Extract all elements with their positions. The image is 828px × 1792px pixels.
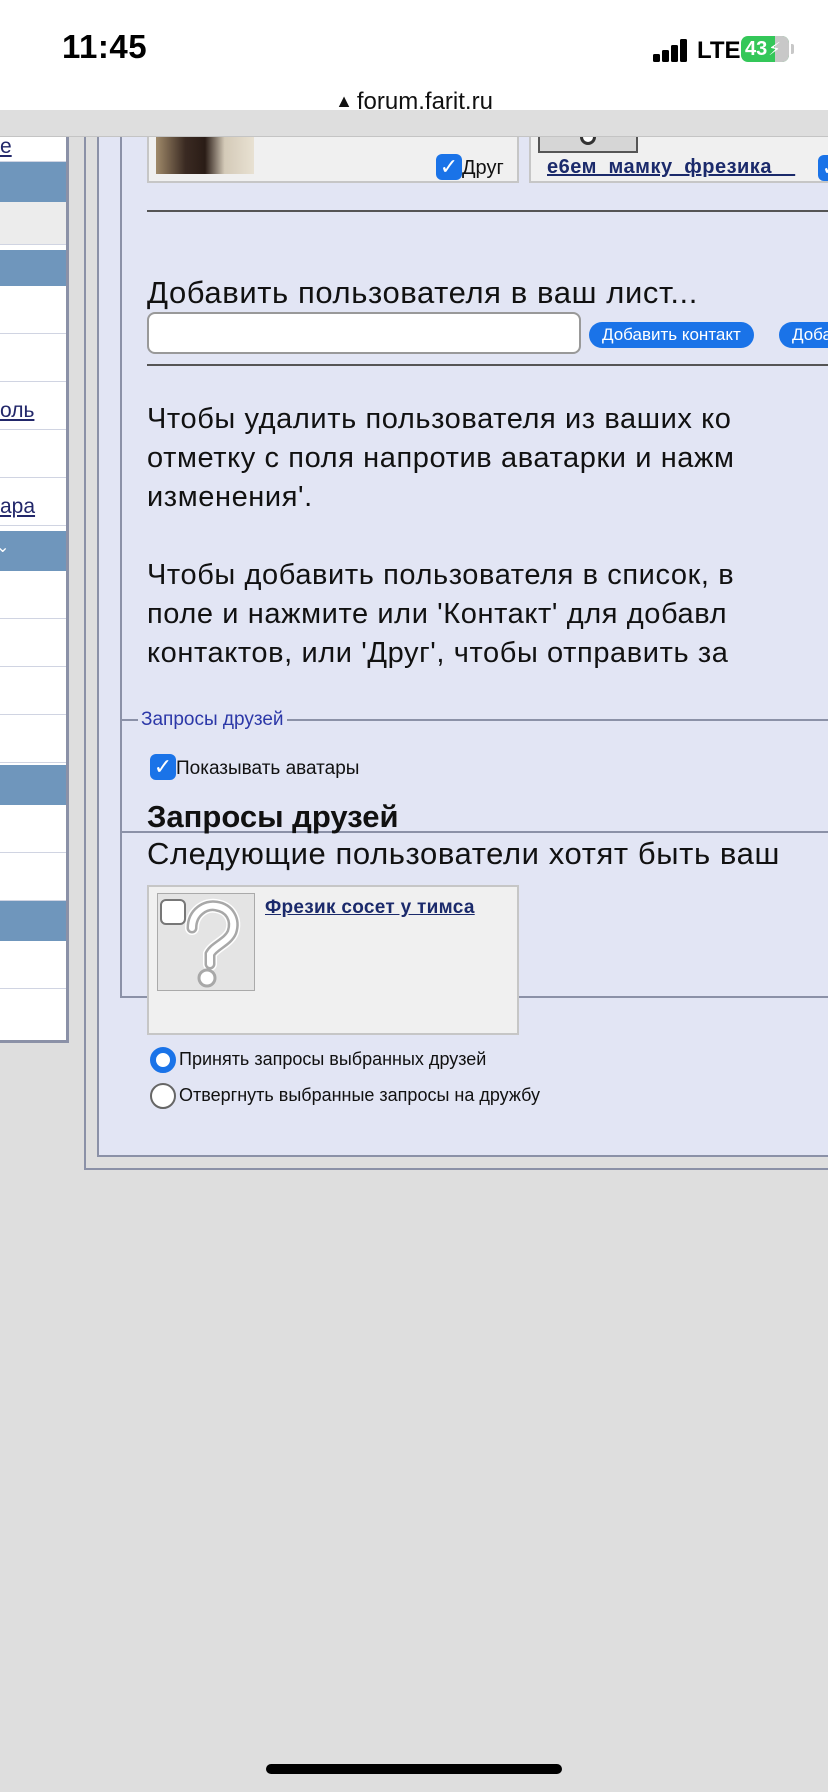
add-user-input[interactable] (147, 312, 581, 354)
sidebar-item[interactable] (0, 202, 66, 245)
help-text-line: Чтобы добавить пользователя в список, в (147, 559, 735, 591)
divider (147, 364, 828, 366)
sidebar-row[interactable]: e (0, 137, 66, 162)
sidebar-header (0, 765, 66, 805)
status-time: 11:45 (62, 28, 148, 65)
warning-icon: ▲ (335, 91, 353, 111)
reject-option[interactable]: Отвергнуть выбранные запросы на дружбу (150, 1083, 540, 1109)
add-user-label: Добавить пользователя в ваш лист... (147, 275, 698, 310)
battery-tip (791, 44, 794, 54)
sidebar-item[interactable] (0, 715, 66, 763)
chevron-down-icon: ⌄ (0, 539, 10, 556)
sidebar-item[interactable] (0, 805, 66, 853)
signal-icon (653, 38, 689, 62)
url-text: forum.farit.ru (356, 88, 493, 115)
help-text-line: контактов, или 'Друг', чтобы отправить з… (147, 637, 729, 669)
sidebar: e оль ара ⌄ (0, 137, 69, 1043)
help-text-line: поле и нажмите или 'Контакт' для добавл (147, 598, 728, 630)
sidebar-link[interactable]: оль (0, 399, 34, 423)
accept-label: Принять запросы выбранных друзей (179, 1048, 487, 1069)
help-text-line: изменения'. (147, 481, 313, 513)
home-indicator[interactable] (266, 1764, 562, 1774)
sidebar-item[interactable] (0, 571, 66, 619)
reject-label: Отвергнуть выбранные запросы на дружбу (179, 1084, 541, 1105)
sidebar-link[interactable]: e (0, 137, 12, 159)
sidebar-link[interactable]: ара (0, 495, 35, 519)
contact-avatar (156, 137, 254, 174)
sidebar-item[interactable]: оль (0, 382, 66, 430)
friend-checkbox[interactable]: ✓ (436, 154, 462, 180)
accept-radio[interactable] (150, 1047, 176, 1073)
battery-icon: 43 ⚡ (741, 36, 789, 62)
friend-checkbox-row: ✓ Друг (436, 154, 504, 180)
help-text-line: Чтобы удалить пользователя из ваших ко (147, 403, 732, 435)
sidebar-item[interactable] (0, 853, 66, 901)
sidebar-item[interactable] (0, 667, 66, 715)
sidebar-item[interactable] (0, 286, 66, 334)
sidebar-item[interactable] (0, 334, 66, 382)
requester-name-link[interactable]: Фрезик сосет у тимса (265, 897, 475, 919)
reject-radio[interactable] (150, 1083, 176, 1109)
charging-icon: ⚡ (768, 38, 781, 59)
contact-checkbox[interactable]: ✓ (818, 155, 828, 181)
contact-username-link[interactable]: е6ем_мамку_фрезика__ (547, 156, 795, 179)
address-bar[interactable]: ▲ forum.farit.ru (0, 88, 828, 116)
divider (147, 210, 828, 212)
request-card: Фрезик сосет у тимса (147, 885, 519, 1035)
sidebar-header[interactable]: ⌄ (0, 531, 66, 571)
battery-level: 43 (745, 37, 768, 60)
help-text-line: отметку с поля напротив аватарки и нажм (147, 442, 735, 474)
sidebar-item[interactable]: ара (0, 478, 66, 526)
sidebar-item[interactable] (0, 989, 66, 1037)
web-page: e оль ара ⌄ ✓ Друг е6ем_мамку_фрезика__ … (0, 137, 828, 1792)
show-avatars-checkbox[interactable]: ✓ (150, 754, 176, 780)
friend-requests-legend: Запросы друзей (138, 709, 287, 731)
friend-requests-title: Запросы друзей (147, 799, 399, 834)
sidebar-item[interactable] (0, 430, 66, 478)
accept-option[interactable]: Принять запросы выбранных друзей (150, 1047, 486, 1073)
sidebar-item[interactable] (0, 619, 66, 667)
friend-checkbox-label: Друг (462, 157, 504, 179)
contact-avatar-placeholder (538, 137, 638, 153)
show-avatars-label: Показывать аватары (176, 758, 360, 779)
request-checkbox[interactable] (160, 899, 186, 925)
add-friend-button[interactable]: Доба (779, 322, 828, 348)
sidebar-header (0, 162, 66, 202)
network-type: LTE (697, 37, 741, 64)
friend-requests-subtitle: Следующие пользователи хотят быть ваш (147, 836, 780, 871)
add-contact-button[interactable]: Добавить контакт (589, 322, 754, 348)
show-avatars-row: ✓ Показывать аватары (150, 754, 359, 780)
sidebar-item[interactable] (0, 941, 66, 989)
sidebar-header (0, 901, 66, 941)
sidebar-header (0, 250, 66, 286)
